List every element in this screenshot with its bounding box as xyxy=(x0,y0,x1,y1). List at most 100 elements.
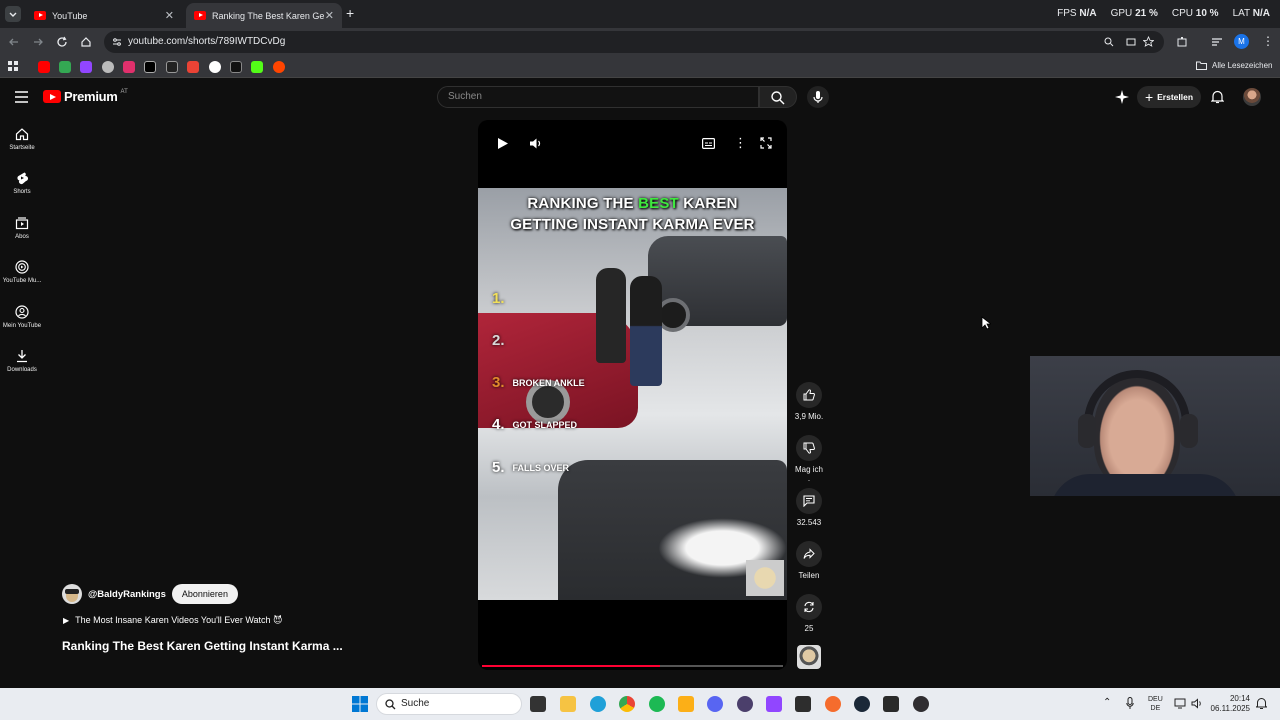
tab-close-icon[interactable]: ✕ xyxy=(325,9,334,22)
twitch-studio-icon[interactable] xyxy=(766,696,782,712)
bookmark-g-icon[interactable] xyxy=(209,61,221,73)
bookmark-kick-icon[interactable] xyxy=(251,61,263,73)
volume-icon[interactable] xyxy=(1191,698,1203,709)
bookmark-youtube-icon[interactable] xyxy=(38,61,50,73)
bookmark-instagram-icon[interactable] xyxy=(123,61,135,73)
mouse-cursor-icon xyxy=(981,316,991,330)
bookmark-xbox-icon[interactable] xyxy=(102,61,114,73)
volume-icon[interactable] xyxy=(529,137,542,150)
sidebar-item-shorts[interactable]: Shorts xyxy=(0,171,44,195)
language-indicator[interactable]: DEU DE xyxy=(1148,695,1163,713)
bookmark-google-icon[interactable] xyxy=(59,61,71,73)
sidebar-item-home[interactable]: Startseite xyxy=(0,127,44,151)
captions-icon[interactable] xyxy=(702,138,715,149)
origin-icon[interactable] xyxy=(825,696,841,712)
headphone-band xyxy=(1084,370,1190,430)
share-button[interactable]: Teilen xyxy=(794,541,824,580)
create-label: Erstellen xyxy=(1157,92,1194,102)
apps-grid-icon[interactable] xyxy=(8,61,19,72)
tray-chevron-icon[interactable]: ⌃ xyxy=(1103,697,1111,708)
bookmark-twitch-icon[interactable] xyxy=(80,61,92,73)
headline-highlight: BEST xyxy=(638,195,679,212)
discord-icon[interactable] xyxy=(707,696,723,712)
sidebar-item-label: YouTube Mu... xyxy=(2,278,42,284)
bookmarks-folder-label: Alle Lesezeichen xyxy=(1212,61,1273,70)
edge-icon[interactable] xyxy=(590,696,606,712)
tab-active-short[interactable]: Ranking The Best Karen Getting ✕ xyxy=(186,3,342,28)
address-bar[interactable]: youtube.com/shorts/789IWTDCvDg xyxy=(104,31,1164,53)
remix-button[interactable]: 25 xyxy=(794,594,824,633)
tab-search-button[interactable] xyxy=(5,6,21,22)
sidebar-item-subscriptions[interactable]: Abos xyxy=(0,216,44,240)
comment-icon xyxy=(803,495,815,507)
anticheat-shield-icon[interactable] xyxy=(795,696,811,712)
windows-start-icon[interactable] xyxy=(352,696,368,712)
task-view-icon[interactable] xyxy=(530,696,546,712)
search-button[interactable] xyxy=(759,86,797,108)
tab-youtube[interactable]: YouTube ✕ xyxy=(26,3,182,28)
video-progress-bar[interactable] xyxy=(482,665,783,667)
video-frame[interactable]: RANKING THE BEST KAREN GETTING INSTANT K… xyxy=(478,188,787,600)
video-headline-line-1: RANKING THE BEST KAREN xyxy=(527,195,738,212)
gemini-sparkle-icon[interactable] xyxy=(1115,90,1129,104)
search-input[interactable]: Suchen xyxy=(437,86,759,108)
forward-icon[interactable] xyxy=(32,36,44,48)
notification-bell-icon[interactable] xyxy=(1256,697,1267,710)
youtube-premium-logo[interactable]: Premium AT xyxy=(43,89,128,104)
fullscreen-icon[interactable] xyxy=(760,137,772,149)
play-icon[interactable] xyxy=(497,137,509,150)
reload-icon[interactable] xyxy=(56,36,68,48)
rank-number: 2. xyxy=(492,332,505,349)
sound-source-thumbnail[interactable] xyxy=(797,645,821,669)
sidebar-item-downloads[interactable]: Downloads xyxy=(0,349,44,373)
reading-list-icon[interactable] xyxy=(1211,36,1223,48)
extensions-icon[interactable] xyxy=(1176,36,1188,48)
tray-microphone-icon[interactable] xyxy=(1126,697,1134,710)
bookmark-reddit-icon[interactable] xyxy=(273,61,285,73)
epic-games-icon[interactable] xyxy=(883,696,899,712)
more-options-icon[interactable]: ⋮ xyxy=(734,135,747,151)
github-desktop-icon[interactable] xyxy=(737,696,753,712)
chrome-icon[interactable] xyxy=(619,696,635,712)
site-info-icon[interactable] xyxy=(112,37,122,47)
bookmark-tiktok-icon[interactable] xyxy=(230,61,242,73)
bookmark-gmail-icon[interactable] xyxy=(187,61,199,73)
taskbar-search[interactable]: Suche xyxy=(376,693,522,715)
profile-avatar[interactable]: M xyxy=(1234,34,1249,49)
spotify-icon[interactable] xyxy=(649,696,665,712)
steam-icon[interactable] xyxy=(854,696,870,712)
comments-button[interactable]: 32.543 xyxy=(794,488,824,527)
install-app-icon[interactable] xyxy=(1126,37,1136,47)
zoom-icon[interactable] xyxy=(1104,37,1114,47)
dislike-button[interactable]: Mag ich . xyxy=(794,435,824,483)
sidebar-item-youtube-music[interactable]: YouTube Mu... xyxy=(0,260,44,284)
voice-search-button[interactable] xyxy=(807,86,829,108)
file-explorer-icon[interactable] xyxy=(560,696,576,712)
create-button[interactable]: + Erstellen xyxy=(1137,86,1201,108)
all-bookmarks-folder[interactable]: Alle Lesezeichen xyxy=(1196,61,1272,70)
youtube-favicon-icon xyxy=(34,11,46,20)
sidebar-item-label: Startseite xyxy=(9,145,35,151)
bookmark-nitro-icon[interactable] xyxy=(166,61,178,73)
browser-menu-icon[interactable]: ⋮ xyxy=(1262,34,1274,48)
taskbar-clock[interactable]: 20:14 06.11.2025 xyxy=(1211,694,1250,714)
playlist-link[interactable]: ▶ The Most Insane Karen Videos You'll Ev… xyxy=(63,615,282,626)
menu-icon[interactable] xyxy=(15,91,29,103)
channel-avatar[interactable] xyxy=(62,584,82,604)
bookmark-star-icon[interactable] xyxy=(1143,36,1154,47)
sidebar-item-my-youtube[interactable]: Mein YouTube xyxy=(0,305,44,329)
like-button[interactable]: 3,9 Mio. xyxy=(794,382,824,421)
back-icon[interactable] xyxy=(8,36,20,48)
network-icon[interactable] xyxy=(1174,698,1186,709)
account-avatar[interactable] xyxy=(1243,88,1261,106)
bookmark-x-icon[interactable] xyxy=(144,61,156,73)
tab-close-icon[interactable]: ✕ xyxy=(165,9,174,22)
channel-handle[interactable]: @BaldyRankings xyxy=(88,589,166,600)
rockstar-icon[interactable] xyxy=(678,696,694,712)
notifications-bell-icon[interactable] xyxy=(1211,90,1224,104)
subscribe-button[interactable]: Abonnieren xyxy=(171,584,238,604)
obs-icon[interactable] xyxy=(913,696,929,712)
new-tab-button[interactable]: + xyxy=(346,5,354,21)
shorts-player[interactable]: ⋮ RANKING THE BEST KAREN GETTING INSTANT… xyxy=(478,120,787,670)
home-icon[interactable] xyxy=(80,36,92,48)
